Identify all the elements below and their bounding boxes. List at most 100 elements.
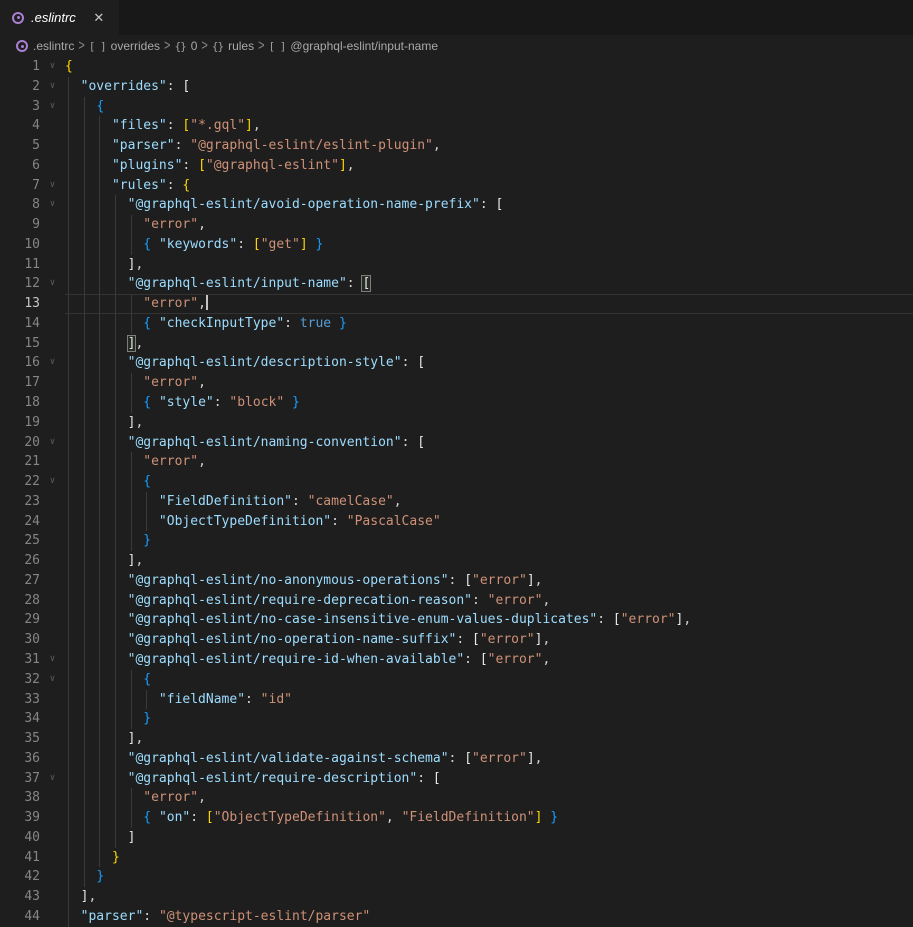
indent-guide [84,670,85,690]
breadcrumb-item[interactable]: {}rules [212,39,254,53]
fold-spacer [40,215,65,235]
code-line[interactable]: 23 "FieldDefinition": "camelCase", [0,492,913,512]
code-line[interactable]: 15 ], [0,334,913,354]
gutter: 32∨ [0,670,65,690]
code-line[interactable]: 41 } [0,848,913,868]
line-number: 41 [0,848,40,868]
code-line[interactable]: 28 "@graphql-eslint/require-deprecation-… [0,591,913,611]
gutter: 12∨ [0,274,65,294]
code-token: , [542,652,550,667]
code-line[interactable]: 32∨ { [0,670,913,690]
code-line[interactable]: 38 "error", [0,788,913,808]
code-line[interactable]: 11 ], [0,255,913,275]
breadcrumb-item[interactable]: [ ]@graphql-eslint/input-name [269,39,438,53]
code-content: "FieldDefinition": "camelCase", [65,492,913,512]
indent-guide [68,314,69,334]
breadcrumb-item[interactable]: .eslintrc [16,39,74,53]
code-token: "@graphql-eslint/no-operation-name-suffi… [128,632,457,647]
code-line[interactable]: 39 { "on": ["ObjectTypeDefinition", "Fie… [0,808,913,828]
fold-chevron-down-icon[interactable]: ∨ [40,353,65,373]
fold-chevron-down-icon[interactable]: ∨ [40,176,65,196]
indent-guide [115,334,116,354]
indent-whitespace [65,276,128,291]
code-line[interactable]: 36 "@graphql-eslint/validate-against-sch… [0,749,913,769]
code-line[interactable]: 37∨ "@graphql-eslint/require-description… [0,769,913,789]
code-line[interactable]: 17 "error", [0,373,913,393]
breadcrumb-label: rules [228,39,254,53]
code-line[interactable]: 2∨ "overrides": [ [0,77,913,97]
code-line[interactable]: 1∨{ [0,57,913,77]
indent-guide [99,472,100,492]
code-line[interactable]: 3∨ { [0,97,913,117]
code-line[interactable]: 35 ], [0,729,913,749]
code-token: "@graphql-eslint/require-description" [128,771,418,786]
indent-guide [84,709,85,729]
code-line[interactable]: 14 { "checkInputType": true } [0,314,913,334]
breadcrumb-item[interactable]: [ ]overrides [89,39,160,53]
fold-chevron-down-icon[interactable]: ∨ [40,650,65,670]
code-token: : [464,652,480,667]
code-line[interactable]: 21 "error", [0,452,913,472]
code-line[interactable]: 42 } [0,867,913,887]
code-line[interactable]: 16∨ "@graphql-eslint/description-style":… [0,353,913,373]
code-content: { "checkInputType": true } [65,314,913,334]
code-editor[interactable]: 1∨{2∨ "overrides": [3∨ {4 "files": ["*.g… [0,57,913,927]
fold-chevron-down-icon[interactable]: ∨ [40,77,65,97]
code-line[interactable]: 18 { "style": "block" } [0,393,913,413]
code-line[interactable]: 40 ] [0,828,913,848]
code-line[interactable]: 31∨ "@graphql-eslint/require-id-when-ava… [0,650,913,670]
code-line[interactable]: 6 "plugins": ["@graphql-eslint"], [0,156,913,176]
fold-spacer [40,749,65,769]
indent-guide [68,77,69,97]
indent-guide [68,176,69,196]
code-line[interactable]: 9 "error", [0,215,913,235]
indent-guide [68,670,69,690]
line-number: 12 [0,274,40,294]
code-token: , [198,217,206,232]
code-line[interactable]: 4 "files": ["*.gql"], [0,116,913,136]
code-line[interactable]: 10 { "keywords": ["get"] } [0,235,913,255]
code-content: "parser": "@graphql-eslint/eslint-plugin… [65,136,913,156]
fold-chevron-down-icon[interactable]: ∨ [40,670,65,690]
code-line[interactable]: 8∨ "@graphql-eslint/avoid-operation-name… [0,195,913,215]
fold-chevron-down-icon[interactable]: ∨ [40,57,65,77]
code-token: { [143,395,151,410]
code-line[interactable]: 7∨ "rules": { [0,176,913,196]
code-line[interactable]: 43 ], [0,887,913,907]
fold-chevron-down-icon[interactable]: ∨ [40,769,65,789]
code-line[interactable]: 13 "error", [0,294,913,314]
code-token: "@graphql-eslint/description-style" [128,355,402,370]
symbol-array-icon: [ ] [89,40,106,53]
indent-guide [68,294,69,314]
fold-chevron-down-icon[interactable]: ∨ [40,97,65,117]
fold-chevron-down-icon[interactable]: ∨ [40,472,65,492]
code-token: } [112,850,120,865]
code-line[interactable]: 24 "ObjectTypeDefinition": "PascalCase" [0,512,913,532]
code-line[interactable]: 19 ], [0,413,913,433]
indent-whitespace [65,158,112,173]
code-line[interactable]: 12∨ "@graphql-eslint/input-name": [ [0,274,913,294]
fold-chevron-down-icon[interactable]: ∨ [40,195,65,215]
fold-chevron-down-icon[interactable]: ∨ [40,433,65,453]
line-number: 13 [0,294,40,314]
code-line[interactable]: 22∨ { [0,472,913,492]
indent-guide [68,215,69,235]
code-line[interactable]: 26 ], [0,551,913,571]
fold-chevron-down-icon[interactable]: ∨ [40,274,65,294]
code-line[interactable]: 44 "parser": "@typescript-eslint/parser" [0,907,913,927]
gutter: 19 [0,413,65,433]
code-line[interactable]: 34 } [0,709,913,729]
tab-eslintrc[interactable]: .eslintrc ✕ [0,0,119,35]
gutter: 11 [0,255,65,275]
code-line[interactable]: 25 } [0,531,913,551]
code-line[interactable]: 5 "parser": "@graphql-eslint/eslint-plug… [0,136,913,156]
code-line[interactable]: 29 "@graphql-eslint/no-case-insensitive-… [0,610,913,630]
gutter: 30 [0,630,65,650]
code-line[interactable]: 33 "fieldName": "id" [0,690,913,710]
code-line[interactable]: 30 "@graphql-eslint/no-operation-name-su… [0,630,913,650]
breadcrumb-item[interactable]: {}0 [174,39,197,53]
code-content: "@graphql-eslint/require-id-when-availab… [65,650,913,670]
close-icon[interactable]: ✕ [89,8,109,28]
code-line[interactable]: 27 "@graphql-eslint/no-anonymous-operati… [0,571,913,591]
code-line[interactable]: 20∨ "@graphql-eslint/naming-convention":… [0,433,913,453]
